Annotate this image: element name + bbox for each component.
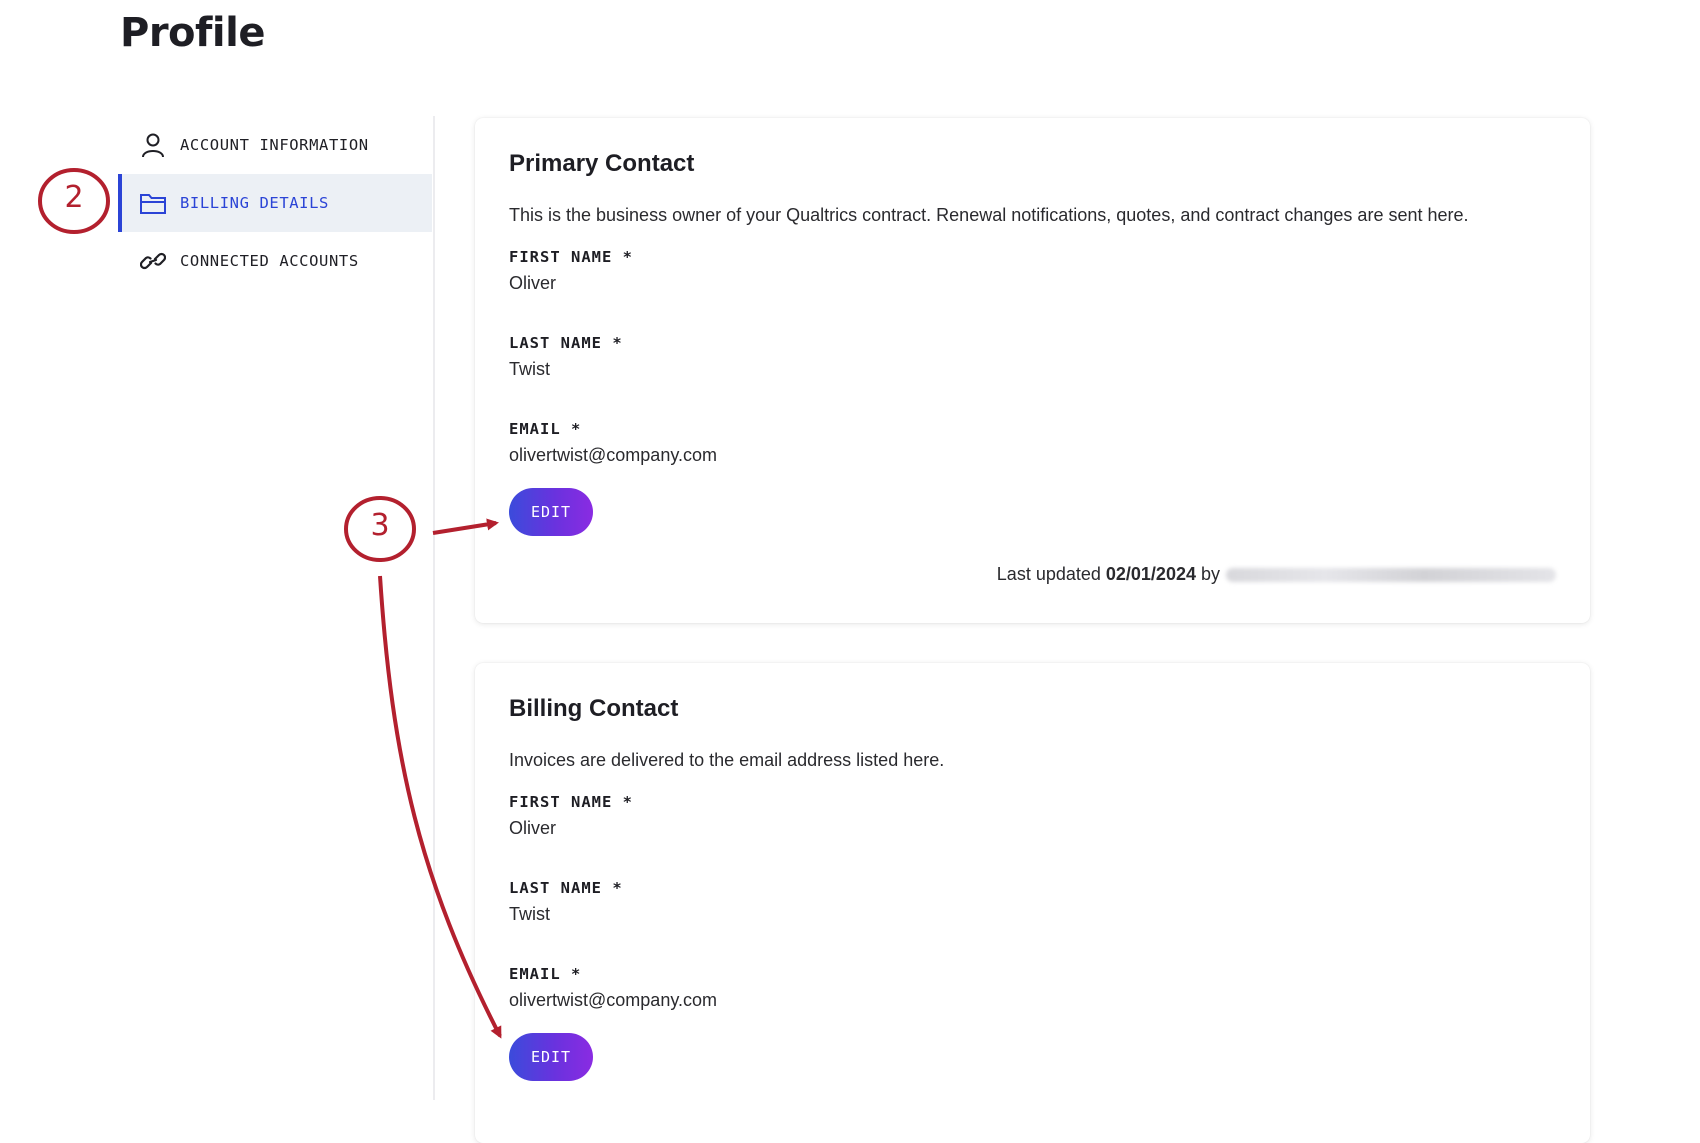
last-updated: Last updated 02/01/2024 by: [997, 564, 1556, 585]
card-description: Invoices are delivered to the email addr…: [509, 750, 945, 770]
sidebar-item-billing-details[interactable]: BILLING DETAILS: [118, 174, 432, 232]
last-name-value: Twist: [509, 904, 551, 924]
user-icon: [138, 130, 168, 160]
email-value: olivertwist@company.com: [509, 445, 717, 465]
email-label: EMAIL *: [509, 420, 582, 438]
primary-edit-button[interactable]: EDIT: [509, 488, 593, 536]
primary-contact-card: Primary Contact This is the business own…: [475, 118, 1590, 623]
first-name-value: Oliver: [509, 818, 557, 838]
folder-icon: [138, 188, 168, 218]
first-name-value: Oliver: [509, 273, 557, 293]
step-3-number: 3: [370, 508, 390, 543]
sidebar-divider: [433, 116, 435, 1100]
last-name-label: LAST NAME *: [509, 334, 623, 352]
sidebar-item-label: ACCOUNT INFORMATION: [180, 136, 369, 154]
last-updated-prefix: Last updated: [996, 564, 1101, 584]
billing-edit-button[interactable]: EDIT: [509, 1033, 593, 1081]
page-title: Profile: [120, 10, 265, 56]
sidebar-item-connected-accounts[interactable]: CONNECTED ACCOUNTS: [118, 232, 432, 290]
card-description: This is the business owner of your Qualt…: [509, 205, 1469, 225]
card-title: Billing Contact: [509, 695, 679, 722]
sidebar-item-label: CONNECTED ACCOUNTS: [180, 252, 359, 270]
first-name-label: FIRST NAME *: [509, 248, 633, 266]
sidebar-item-label: BILLING DETAILS: [180, 194, 329, 212]
first-name-label: FIRST NAME *: [509, 793, 633, 811]
email-value: olivertwist@company.com: [509, 990, 717, 1010]
last-name-value: Twist: [509, 359, 551, 379]
redacted-email: [1226, 567, 1556, 582]
billing-contact-card: Billing Contact Invoices are delivered t…: [475, 663, 1590, 1143]
sidebar-item-account-information[interactable]: ACCOUNT INFORMATION: [118, 116, 432, 174]
sidebar-nav: ACCOUNT INFORMATION BILLING DETAILS CONN…: [118, 116, 432, 290]
step-2-number: 2: [64, 180, 84, 215]
email-label: EMAIL *: [509, 965, 582, 983]
last-name-label: LAST NAME *: [509, 879, 623, 897]
last-updated-by: by: [1200, 564, 1220, 584]
link-icon: [138, 246, 168, 276]
last-updated-date: 02/01/2024: [1105, 564, 1196, 584]
card-title: Primary Contact: [509, 150, 695, 177]
